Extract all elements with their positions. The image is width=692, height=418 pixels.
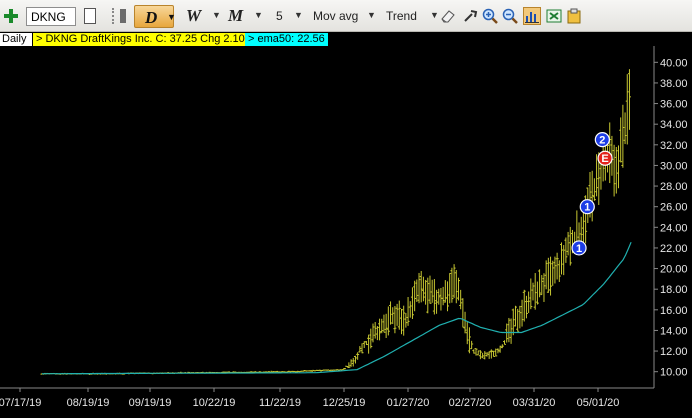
toolbar: D ▼ W ▼ M ▼ 5 ▼ Mov avg ▼ Trend ▼ <box>0 0 692 32</box>
period-monthly-button[interactable]: M <box>228 6 243 26</box>
y-tick-label: 10.00 <box>660 367 688 379</box>
chevron-down-icon[interactable]: ▼ <box>294 10 303 20</box>
toolbar-grip <box>112 8 116 24</box>
x-tick-label: 02/27/20 <box>449 397 492 409</box>
x-tick-label: 10/22/19 <box>193 397 236 409</box>
chevron-down-icon[interactable]: ▼ <box>167 12 176 22</box>
drawing-tool-select[interactable]: Trend <box>386 9 417 23</box>
interval-label: Daily <box>0 33 32 46</box>
signal-marker[interactable]: 2 <box>594 132 610 148</box>
new-page-icon[interactable] <box>84 8 96 24</box>
y-tick-label: 28.00 <box>660 181 688 193</box>
signal-marker[interactable]: 1 <box>571 240 587 256</box>
signal-marker-label: E <box>601 153 608 165</box>
eraser-icon[interactable] <box>440 8 456 24</box>
y-tick-label: 12.00 <box>660 346 688 358</box>
y-tick-label: 40.00 <box>660 57 688 69</box>
signal-marker-label: 2 <box>599 135 605 147</box>
symbol-input[interactable] <box>26 7 76 26</box>
y-tick-label: 30.00 <box>660 160 688 172</box>
y-tick-label: 24.00 <box>660 222 688 234</box>
y-tick-label: 14.00 <box>660 325 688 337</box>
chart-bars-icon[interactable] <box>523 7 541 25</box>
signal-marker[interactable]: 1 <box>579 199 595 215</box>
x-tick-label: 07/17/19 <box>0 397 41 409</box>
y-tick-label: 20.00 <box>660 264 688 276</box>
signal-marker[interactable]: E <box>597 150 613 166</box>
y-tick-label: 34.00 <box>660 119 688 131</box>
period-weekly-button[interactable]: W <box>186 6 201 26</box>
x-tick-label: 05/01/20 <box>577 397 620 409</box>
x-tick-label: 01/27/20 <box>387 397 430 409</box>
separator-icon <box>120 9 126 23</box>
export-icon[interactable] <box>546 8 562 24</box>
x-tick-label: 03/31/20 <box>513 397 556 409</box>
y-tick-label: 18.00 <box>660 284 688 296</box>
ema50-line <box>41 241 632 375</box>
period-daily-button[interactable]: D ▼ <box>134 5 176 28</box>
y-tick-label: 16.00 <box>660 305 688 317</box>
chevron-down-icon[interactable]: ▼ <box>430 10 439 20</box>
pan-icon[interactable] <box>462 8 478 24</box>
indicator-select[interactable]: Mov avg <box>313 9 358 23</box>
period-label: D <box>145 8 158 27</box>
zoom-in-icon[interactable] <box>482 8 498 24</box>
x-tick-label: 09/19/19 <box>129 397 172 409</box>
y-tick-label: 32.00 <box>660 140 688 152</box>
ema-label: > ema50: 22.56 <box>245 33 328 46</box>
quote-label: > DKNG DraftKings Inc. C: 37.25 Chg 2.10 <box>33 33 248 46</box>
chevron-down-icon[interactable]: ▼ <box>212 10 221 20</box>
ohlc-bars <box>40 69 631 375</box>
signal-marker-label: 1 <box>576 243 582 255</box>
chevron-down-icon[interactable]: ▼ <box>367 10 376 20</box>
clipboard-icon[interactable] <box>566 8 582 24</box>
x-tick-label: 12/25/19 <box>323 397 366 409</box>
x-tick-label: 08/19/19 <box>67 397 110 409</box>
bar-count-select[interactable]: 5 <box>276 9 283 23</box>
y-tick-label: 38.00 <box>660 78 688 90</box>
signal-marker-label: 1 <box>584 202 590 214</box>
y-tick-label: 26.00 <box>660 202 688 214</box>
x-tick-label: 11/22/19 <box>259 397 301 409</box>
y-tick-label: 22.00 <box>660 243 688 255</box>
y-tick-label: 36.00 <box>660 99 688 111</box>
price-chart[interactable]: 10.00 12.00 14.00 16.00 18.00 20.00 22.00 24.00… <box>0 46 692 418</box>
chevron-down-icon[interactable]: ▼ <box>254 10 263 20</box>
zoom-out-icon[interactable] <box>502 8 518 24</box>
add-icon[interactable] <box>4 9 18 23</box>
